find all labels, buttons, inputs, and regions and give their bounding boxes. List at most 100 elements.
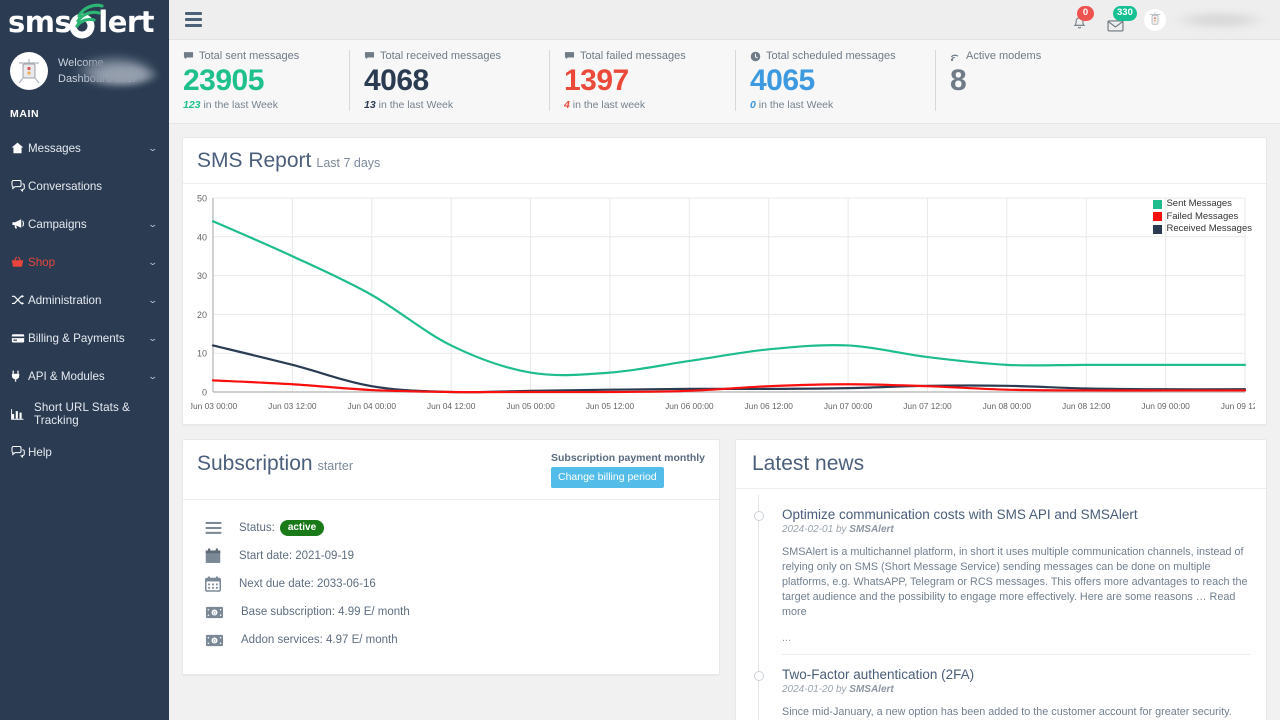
news-item: Two-Factor authentication (2FA) 2024-01-… [752, 655, 1250, 720]
topbar: 0 330 [169, 0, 1280, 40]
sidebar-item-api-modules[interactable]: API & Modules ⌄ [0, 357, 169, 395]
sidebar-item-shop[interactable]: Shop ⌄ [0, 243, 169, 281]
svg-text:Jun 07 00:00: Jun 07 00:00 [824, 401, 873, 411]
brand-part-2: lert [98, 5, 154, 39]
svg-text:Jun 05 00:00: Jun 05 00:00 [506, 401, 555, 411]
svg-text:Jun 06 12:00: Jun 06 12:00 [744, 401, 793, 411]
chevron-down-icon: ⌄ [148, 333, 158, 344]
chat-icon [564, 51, 575, 61]
user-profile[interactable]: Welcome Dashboard user [0, 45, 169, 100]
svg-text:Jun 05 12:00: Jun 05 12:00 [586, 401, 635, 411]
sms-report-chart: 01020304050Jun 03 00:00Jun 03 12:00Jun 0… [183, 184, 1266, 424]
change-billing-period-button[interactable]: Change billing period [551, 467, 664, 488]
notifications-badge: 0 [1077, 6, 1094, 21]
news-item-text: Since mid-January, a new option has been… [782, 705, 1250, 720]
svg-text:20: 20 [197, 310, 207, 320]
sms-report-card: SMS ReportLast 7 days 01020304050Jun 03 … [182, 137, 1267, 425]
svg-text:Jun 07 12:00: Jun 07 12:00 [903, 401, 952, 411]
news-item-title[interactable]: Optimize communication costs with SMS AP… [782, 507, 1250, 522]
latest-news-title: Latest news [752, 452, 1252, 476]
stat-title: Total scheduled messages [766, 50, 896, 62]
news-item-author: SMSAlert [849, 524, 893, 535]
chevron-down-icon: ⌄ [148, 143, 158, 154]
svg-text:0: 0 [213, 638, 216, 644]
stat-delta-value: 0 [750, 99, 756, 111]
stat-total-received-messages: Total received messages 4068 13 in the l… [349, 50, 549, 111]
home-icon [11, 142, 28, 154]
plug-icon [11, 370, 28, 382]
chevron-down-icon: ⌄ [148, 295, 158, 306]
report-title: SMS Report [197, 149, 311, 172]
chat-icon [11, 180, 28, 192]
legend-swatch-received [1153, 225, 1162, 234]
notifications-button[interactable]: 0 [1064, 5, 1094, 35]
chat-icon [183, 51, 194, 61]
menu-toggle-icon[interactable] [183, 8, 204, 31]
sidebar-item-label: Short URL Stats & Tracking [28, 401, 157, 427]
brand-logo[interactable]: smslert [0, 0, 169, 45]
sidebar: smslert Welcome Dashboard user MAIN [0, 0, 169, 720]
topbar-actions: 0 330 [1064, 5, 1266, 35]
svg-text:Jun 08 12:00: Jun 08 12:00 [1062, 401, 1111, 411]
user-avatar-button[interactable] [1144, 9, 1166, 31]
svg-text:0: 0 [202, 388, 207, 398]
money-icon: 0 [205, 606, 239, 619]
news-item-date: 2024-02-01 [782, 524, 833, 535]
news-item-text: SMSAlert is a multichannel platform, in … [782, 545, 1250, 620]
sidebar-item-help[interactable]: Help [0, 433, 169, 471]
sidebar-item-conversations[interactable]: Conversations [0, 167, 169, 205]
svg-text:0: 0 [213, 610, 216, 616]
latest-news-body: Optimize communication costs with SMS AP… [736, 489, 1266, 720]
stat-value: 23905 [183, 63, 329, 99]
brand-part-1: sms [8, 5, 71, 39]
sidebar-item-label: API & Modules [28, 370, 149, 383]
sidebar-item-label: Campaigns [28, 218, 149, 231]
stat-header: Total failed messages [564, 50, 715, 62]
bar-chart-icon [11, 408, 28, 420]
latest-news-card: Latest news Optimize communication costs… [735, 439, 1267, 720]
sidebar-item-administration[interactable]: Administration ⌄ [0, 281, 169, 319]
news-item: Optimize communication costs with SMS AP… [752, 495, 1250, 654]
subscription-row-start-date: Start date: 2021-09-19 [183, 542, 719, 570]
calendar-icon [205, 548, 239, 564]
subscription-row-label: Addon services: 4.97 E/ month [239, 634, 398, 646]
svg-text:10: 10 [197, 349, 207, 359]
page-title: SMS Report Last 7 days [197, 149, 380, 173]
svg-text:Jun 09 12:00: Jun 09 12:00 [1221, 401, 1255, 411]
news-item-title[interactable]: Two-Factor authentication (2FA) [782, 667, 1250, 682]
subscription-row-label: Start date: 2021-09-19 [239, 550, 354, 562]
legend-label: Received Messages [1166, 223, 1252, 236]
subscription-row-label: Next due date: 2033-06-16 [239, 578, 376, 590]
legend-item: Received Messages [1153, 223, 1252, 236]
sidebar-item-messages[interactable]: Messages ⌄ [0, 129, 169, 167]
subscription-row-base-subscription: 0 Base subscription: 4.99 E/ month [183, 598, 719, 626]
svg-text:Jun 04 00:00: Jun 04 00:00 [348, 401, 397, 411]
chat-icon [364, 51, 375, 61]
stat-value: 1397 [564, 63, 715, 99]
stat-value: 4065 [750, 63, 915, 99]
sidebar-item-billing-payments[interactable]: Billing & Payments ⌄ [0, 319, 169, 357]
sidebar-section-label: MAIN [0, 100, 169, 129]
sms-report-header: SMS Report Last 7 days [183, 138, 1266, 184]
stat-delta-value: 13 [364, 99, 376, 111]
svg-text:50: 50 [197, 194, 207, 204]
stat-header: Total received messages [364, 50, 529, 62]
chevron-down-icon: ⌄ [148, 219, 158, 230]
news-item-date: 2024-01-20 [782, 684, 833, 695]
sidebar-item-label: Administration [28, 294, 149, 307]
user-welcome: Welcome [58, 55, 136, 71]
subscription-body: Status: active Start date: 2021-09-19 Ne… [183, 500, 719, 674]
stat-title: Total failed messages [580, 50, 686, 62]
sidebar-item-campaigns[interactable]: Campaigns ⌄ [0, 205, 169, 243]
subscription-row-label: Base subscription: 4.99 E/ month [239, 606, 410, 618]
report-subtitle: Last 7 days [316, 156, 380, 170]
subscription-row-status: Status: active [183, 514, 719, 542]
sidebar-item-label: Billing & Payments [28, 332, 149, 345]
stats-bar: Total sent messages 23905 123 in the las… [169, 40, 1280, 124]
stat-delta: 0 in the last Week [750, 99, 915, 111]
messages-button[interactable]: 330 [1100, 5, 1130, 35]
stat-total-scheduled-messages: Total scheduled messages 4065 0 in the l… [735, 50, 935, 111]
sidebar-item-short-url-stats[interactable]: Short URL Stats & Tracking [0, 395, 169, 433]
chart-series-received-messages [213, 345, 1245, 392]
sidebar-item-label: Help [28, 446, 157, 459]
